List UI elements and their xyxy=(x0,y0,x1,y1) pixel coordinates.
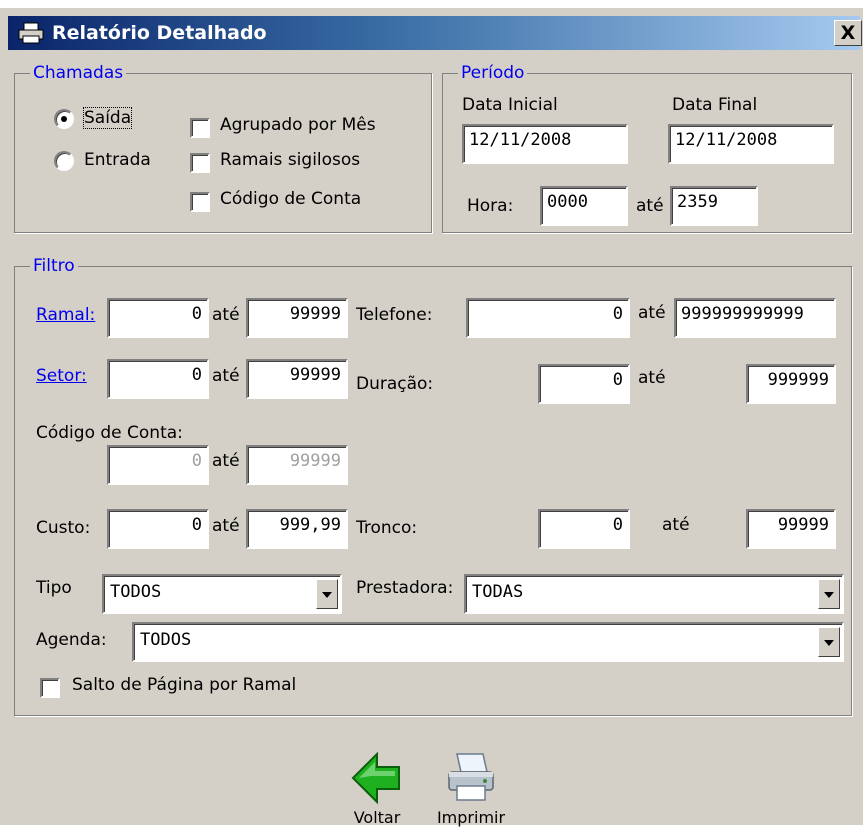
checkbox-agrupado-mes-label[interactable]: Agrupado por Mês xyxy=(220,115,376,135)
tipo-select-value: TODOS xyxy=(110,582,162,602)
duracao-to-field[interactable]: 999999 xyxy=(746,364,836,404)
custo-ate-label: até xyxy=(212,516,240,536)
ramal-from-field[interactable]: 0 xyxy=(107,298,209,338)
ramal-link[interactable]: Ramal: xyxy=(36,305,95,325)
prestadora-label: Prestadora: xyxy=(356,578,454,598)
hora-inicial-field[interactable]: 0000 xyxy=(540,186,628,226)
radio-entrada-label[interactable]: Entrada xyxy=(84,150,151,170)
agenda-select-value: TODOS xyxy=(140,630,192,650)
telefone-to-field[interactable]: 999999999999 xyxy=(674,298,836,338)
voltar-label: Voltar xyxy=(353,808,401,827)
duracao-ate-label: até xyxy=(638,368,666,388)
tronco-from-field[interactable]: 0 xyxy=(538,509,630,549)
hora-label: Hora: xyxy=(467,196,514,216)
window-title: Relatório Detalhado xyxy=(52,22,267,44)
codigo-conta-from-field[interactable]: 0 xyxy=(107,445,209,485)
tipo-label: Tipo xyxy=(36,578,72,598)
tronco-ate-label: até xyxy=(662,515,690,535)
agenda-label: Agenda: xyxy=(36,630,107,650)
codigo-conta-to-field[interactable]: 99999 xyxy=(246,445,348,485)
hora-final-field[interactable]: 2359 xyxy=(670,186,758,226)
back-arrow-icon xyxy=(351,751,400,805)
close-button[interactable]: X xyxy=(834,20,862,46)
radio-entrada[interactable] xyxy=(54,151,74,171)
duracao-from-field[interactable]: 0 xyxy=(538,364,630,404)
codigo-conta-ate-label: até xyxy=(212,451,240,471)
data-inicial-label: Data Inicial xyxy=(462,95,558,115)
setor-link[interactable]: Setor: xyxy=(36,366,87,386)
codigo-conta-label: Código de Conta: xyxy=(36,423,183,443)
checkbox-salto-pagina-label[interactable]: Salto de Página por Ramal xyxy=(72,675,296,695)
custo-from-field[interactable]: 0 xyxy=(107,509,209,549)
duracao-label: Duração: xyxy=(356,374,434,394)
data-final-label: Data Final xyxy=(672,95,758,115)
checkbox-codigo-conta-label[interactable]: Código de Conta xyxy=(220,189,361,209)
voltar-button[interactable]: Voltar xyxy=(346,750,408,830)
agenda-select[interactable]: TODOS xyxy=(132,622,844,662)
prestadora-select-value: TODAS xyxy=(472,582,524,602)
telefone-label: Telefone: xyxy=(356,305,433,325)
printer-icon xyxy=(448,753,494,801)
checkbox-salto-pagina[interactable] xyxy=(40,678,60,698)
chamadas-legend: Chamadas xyxy=(30,63,127,83)
setor-ate-label: até xyxy=(212,366,240,386)
data-final-field[interactable]: 12/11/2008 xyxy=(668,124,834,164)
imprimir-label: Imprimir xyxy=(436,808,506,827)
telefone-from-field[interactable]: 0 xyxy=(466,298,630,338)
custo-label: Custo: xyxy=(36,518,91,538)
chevron-down-icon[interactable] xyxy=(818,627,840,657)
filtro-legend: Filtro xyxy=(30,256,78,276)
radio-saida-label[interactable]: Saída xyxy=(82,107,133,129)
hora-ate-label: até xyxy=(636,196,664,216)
radio-saida[interactable] xyxy=(54,109,74,129)
checkbox-codigo-conta[interactable] xyxy=(190,192,210,212)
chevron-down-icon[interactable] xyxy=(818,579,840,609)
ramal-to-field[interactable]: 99999 xyxy=(246,298,348,338)
tipo-select[interactable]: TODOS xyxy=(102,574,342,614)
imprimir-button[interactable]: Imprimir xyxy=(426,750,516,830)
report-dialog: Relatório Detalhado X Chamadas Saída Ent… xyxy=(0,8,863,827)
custo-to-field[interactable]: 999,99 xyxy=(246,509,348,549)
data-inicial-field[interactable]: 12/11/2008 xyxy=(462,124,628,164)
telefone-ate-label: até xyxy=(638,303,666,323)
periodo-legend: Período xyxy=(458,63,528,83)
checkbox-agrupado-mes[interactable] xyxy=(190,118,210,138)
printer-icon xyxy=(18,22,44,44)
prestadora-select[interactable]: TODAS xyxy=(464,574,844,614)
ramal-ate-label: até xyxy=(212,305,240,325)
chevron-down-icon[interactable] xyxy=(316,579,338,609)
checkbox-ramais-sigilosos[interactable] xyxy=(190,153,210,173)
tronco-label: Tronco: xyxy=(356,518,418,538)
title-bar[interactable]: Relatório Detalhado X xyxy=(8,16,862,50)
tronco-to-field[interactable]: 99999 xyxy=(746,509,836,549)
setor-from-field[interactable]: 0 xyxy=(107,359,209,399)
checkbox-ramais-sigilosos-label[interactable]: Ramais sigilosos xyxy=(220,150,360,170)
setor-to-field[interactable]: 99999 xyxy=(246,359,348,399)
